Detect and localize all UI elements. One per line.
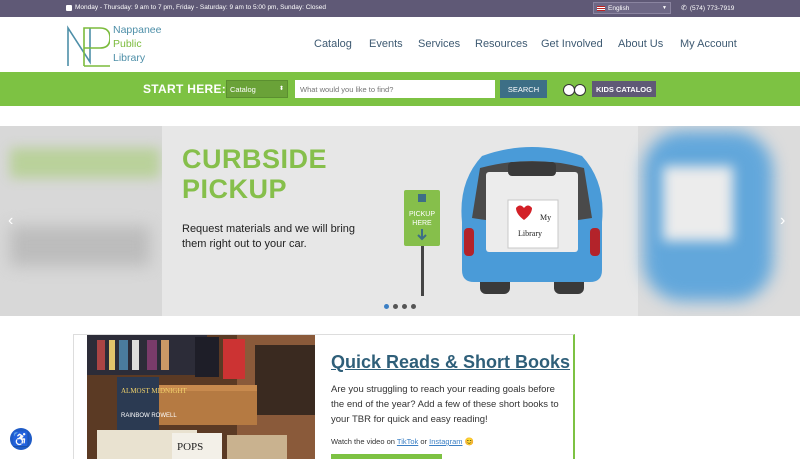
next-slide-preview [638,126,800,316]
search-scope-value: Catalog [230,85,256,94]
top-info-bar: Monday - Thursday: 9 am to 7 pm, Friday … [0,0,800,17]
featured-post-title[interactable]: Quick Reads & Short Books [331,352,570,373]
carousel-dots [384,304,416,309]
nav-catalog[interactable]: Catalog [314,38,352,50]
books-stack-image: ALMOST MIDNIGHT RAINBOW ROWELL POPS [87,335,315,459]
kids-catalog-button[interactable]: KIDS CATALOG [562,79,658,99]
language-label: English [608,4,630,12]
search-bar: START HERE: Catalog ⬍ SEARCH KIDS CATALO… [0,72,800,106]
nav-events[interactable]: Events [369,38,403,50]
chevron-down-icon: ⬍ [278,86,284,92]
carousel-dot-3[interactable] [402,304,407,309]
phone-link[interactable]: ✆ (574) 773-7919 [681,4,735,13]
sign-line-1: PICKUP [409,211,435,218]
logo-line-1: Nappanee [113,24,162,36]
nav-get-involved[interactable]: Get Involved [541,38,603,50]
search-input[interactable] [295,80,495,98]
video-links: Watch the video on TikTok or Instagram 😊 [331,437,474,446]
smile-emoji-icon: 😊 [464,437,474,446]
book1-author: RAINBOW ROWELL [121,413,177,419]
tiktok-link[interactable]: TikTok [397,437,418,446]
hours-text: Monday - Thursday: 9 am to 7 pm, Friday … [75,4,326,11]
search-button[interactable]: SEARCH [500,80,547,98]
logo-line-3: Library [113,52,146,64]
carousel-dot-2[interactable] [393,304,398,309]
book2-title: POPS [177,441,203,453]
nav-about-us[interactable]: About Us [618,38,663,50]
nav-services[interactable]: Services [418,38,460,50]
slide-subtitle: Request materials and we will bring them… [182,223,356,250]
book1-title: ALMOST MIDNIGHT [121,387,188,395]
site-header: Nappanee Public Library Catalog Events S… [0,17,800,72]
video-prefix: Watch the video on [331,437,395,446]
slide-title: CURBSIDE PICKUP [182,144,327,204]
hero-carousel: CURBSIDE PICKUP Request materials and we… [0,126,800,316]
kids-faces-icon [562,79,592,99]
slide-title-line-2: PICKUP [182,174,288,204]
slide-title-line-1: CURBSIDE [182,144,328,174]
car-graphic: My Library [461,147,603,294]
start-here-label: START HERE: [143,82,227,96]
kids-catalog-label: KIDS CATALOG [592,81,656,97]
featured-post-body: Are you struggling to reach your reading… [331,384,559,425]
nav-resources[interactable]: Resources [475,38,528,50]
pickup-sign-graphic: PICKUP HERE [404,190,440,296]
arrow-right-icon[interactable]: › [780,212,785,230]
library-hours: Monday - Thursday: 9 am to 7 pm, Friday … [66,4,326,11]
bag-line-2: Library [518,229,542,238]
phone-icon: ✆ [681,5,687,12]
accessibility-icon[interactable]: ♿ [10,428,32,450]
books-photo: ALMOST MIDNIGHT RAINBOW ROWELL POPS [87,335,315,459]
previous-slide-preview [0,126,162,316]
logo-line-2: Public [113,38,142,50]
read-more-button[interactable] [331,454,442,459]
carousel-dot-4[interactable] [411,304,416,309]
sign-line-2: HERE [412,220,432,227]
featured-post-card: ALMOST MIDNIGHT RAINBOW ROWELL POPS Quic… [73,334,575,459]
flag-icon [597,5,605,11]
instagram-link[interactable]: Instagram [429,437,462,446]
language-select[interactable]: English ▼ [593,2,671,14]
library-logo[interactable]: Nappanee Public Library [66,24,176,68]
np-monogram-icon [67,25,110,67]
curbside-pickup-slide[interactable]: CURBSIDE PICKUP Request materials and we… [162,126,638,316]
chevron-down-icon: ▼ [662,5,667,11]
arrow-left-icon[interactable]: ‹ [8,212,13,230]
search-scope-select[interactable]: Catalog ⬍ [226,80,288,98]
bag-line-1: My [540,213,551,222]
calendar-icon [66,4,72,11]
phone-number: (574) 773-7919 [689,4,735,12]
nav-my-account[interactable]: My Account [680,38,737,50]
or-text: or [420,437,428,446]
carousel-dot-1[interactable] [384,304,389,309]
